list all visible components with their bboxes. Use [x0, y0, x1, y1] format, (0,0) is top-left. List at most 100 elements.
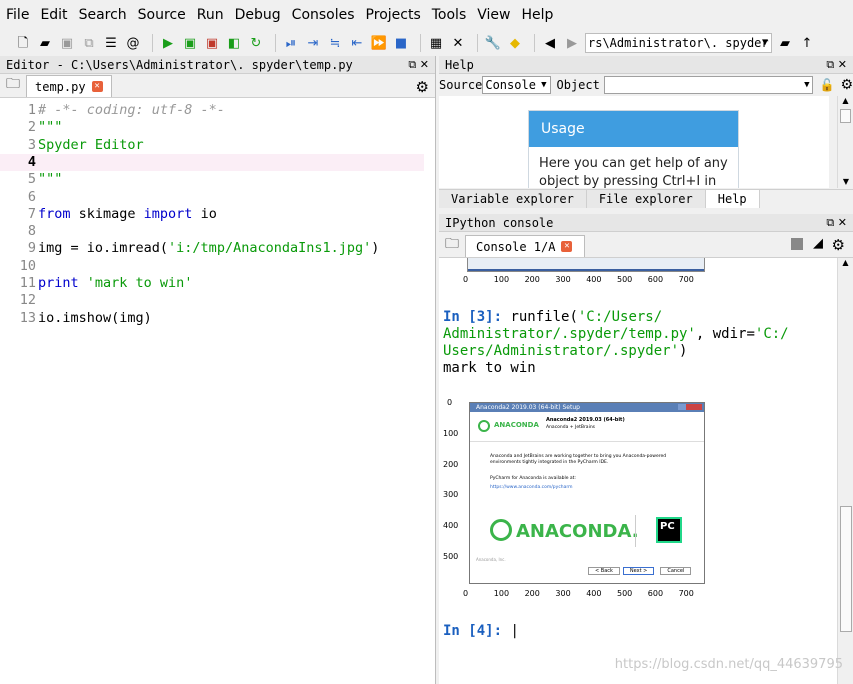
- gear-icon[interactable]: ⚙: [416, 78, 429, 96]
- tab-help[interactable]: Help: [705, 190, 760, 208]
- back-icon[interactable]: ◀: [541, 34, 559, 52]
- browse-tabs-icon[interactable]: ☰: [102, 34, 120, 52]
- code-line[interactable]: 1 # -*- coding: utf-8 -*-: [0, 102, 424, 119]
- code-token: Spyder Editor: [38, 136, 144, 153]
- cmd-string: 'C:/: [754, 326, 789, 342]
- code-line[interactable]: 3 Spyder Editor: [0, 137, 424, 154]
- run-selection-icon[interactable]: ◧: [225, 34, 243, 52]
- run-cell-icon[interactable]: ▣: [181, 34, 199, 52]
- code-line[interactable]: 11 print 'mark to win': [0, 275, 424, 292]
- code-line[interactable]: 2 """: [0, 119, 424, 136]
- python-icon[interactable]: ◆: [506, 34, 524, 52]
- code-line[interactable]: 4: [0, 153, 424, 171]
- menu-help[interactable]: Help: [521, 0, 553, 30]
- at-icon[interactable]: @: [124, 34, 142, 52]
- browse-icon[interactable]: ▰: [776, 34, 794, 52]
- tick-label: 200: [443, 459, 459, 469]
- code-line[interactable]: 8: [0, 223, 424, 240]
- maximize-pane-icon[interactable]: ▦: [427, 34, 445, 52]
- scroll-thumb[interactable]: [840, 506, 852, 632]
- scroll-thumb[interactable]: [840, 109, 851, 123]
- lock-icon[interactable]: 🔓: [819, 78, 834, 92]
- installer-header: ANACONDA Anaconda2 2019.03 (64-bit) Anac…: [470, 412, 704, 442]
- help-tab-bar: Variable explorer File explorer Help: [439, 189, 853, 208]
- line-number: 10: [19, 257, 36, 274]
- menu-edit[interactable]: Edit: [40, 0, 67, 30]
- tab-temp-py[interactable]: temp.py ✕: [26, 75, 112, 97]
- menu-search[interactable]: Search: [79, 0, 127, 30]
- menu-debug[interactable]: Debug: [235, 0, 281, 30]
- chevron-down-icon[interactable]: ▼: [762, 34, 768, 52]
- save-all-icon[interactable]: ⧉: [80, 34, 98, 52]
- tab-variable-explorer[interactable]: Variable explorer: [439, 190, 587, 208]
- spyder-window: File Edit Search Source Run Debug Consoles Proj…: [0, 0, 853, 684]
- tab-label: temp.py: [35, 79, 86, 94]
- tab-console-1a[interactable]: Console 1/A ✕: [465, 235, 586, 257]
- open-file-icon[interactable]: ▰: [36, 34, 54, 52]
- source-label: Source: [439, 78, 483, 92]
- installer-header-sub: Anaconda + JetBrains: [546, 425, 596, 430]
- wrench-icon[interactable]: 🔧: [484, 34, 502, 52]
- gear-icon[interactable]: ⚙: [832, 236, 845, 254]
- object-input[interactable]: ▼: [603, 76, 814, 94]
- code-line[interactable]: 7 from skimage import io: [0, 206, 424, 223]
- help-scrollbar[interactable]: ▲ ▼: [837, 96, 853, 188]
- tick-label: 0: [447, 398, 453, 407]
- close-tab-icon[interactable]: ✕: [91, 81, 103, 92]
- tick-label: 100: [493, 589, 510, 598]
- menu-consoles[interactable]: Consoles: [292, 0, 355, 30]
- pane-controls[interactable]: ⧉ ✕: [826, 56, 847, 74]
- tab-file-explorer[interactable]: File explorer: [586, 190, 706, 208]
- step-icon[interactable]: ⇥: [304, 34, 322, 52]
- re-run-icon[interactable]: ↻: [247, 34, 265, 52]
- scroll-up-icon[interactable]: ▲: [838, 96, 853, 105]
- pane-controls[interactable]: ⧉ ✕: [826, 214, 847, 232]
- run-icon[interactable]: ▶: [159, 34, 177, 52]
- code-line[interactable]: 9 img = io.imread('i:/tmp/AnacondaIns1.jp…: [0, 240, 424, 257]
- continue-icon[interactable]: ⏩: [370, 34, 388, 52]
- step-return-icon[interactable]: ⇤: [348, 34, 366, 52]
- line-number: 5: [27, 171, 36, 188]
- tick-label: 400: [586, 275, 602, 284]
- menu-projects[interactable]: Projects: [366, 0, 421, 30]
- code-editor[interactable]: 1 # -*- coding: utf-8 -*- 2 """ 3 Spyder Edit…: [0, 98, 435, 684]
- chevron-down-icon: ▼: [541, 80, 547, 90]
- gear-icon[interactable]: ⚙: [840, 77, 853, 93]
- code-line[interactable]: 12: [0, 292, 424, 309]
- new-file-icon[interactable]: 🗋: [14, 34, 32, 52]
- code-line[interactable]: 10: [0, 258, 424, 275]
- code-line[interactable]: 6: [0, 189, 424, 206]
- console-output[interactable]: 0 100 200 300 400 500 600 700 In [3]: runfile('…: [439, 258, 831, 684]
- pane-controls[interactable]: ⧉ ✕: [408, 56, 429, 74]
- close-tab-icon[interactable]: ✕: [561, 241, 573, 252]
- previous-figure-edge: [467, 258, 705, 272]
- run-cell-advance-icon[interactable]: ▣: [203, 34, 221, 52]
- code-line[interactable]: 5 """: [0, 171, 424, 188]
- menu-run[interactable]: Run: [197, 0, 224, 30]
- scroll-up-icon[interactable]: ▲: [838, 258, 853, 267]
- code-line[interactable]: 13 io.imshow(img): [0, 310, 424, 327]
- browse-tabs-icon[interactable]: 🗀: [439, 233, 465, 257]
- up-icon[interactable]: ↑: [798, 34, 816, 52]
- ipython-console-pane: IPython console ⧉ ✕ 🗀 Console 1/A ✕ ◢ ⚙ …: [439, 214, 853, 684]
- tick-label: 200: [524, 589, 540, 598]
- fullscreen-icon[interactable]: ✕: [449, 34, 467, 52]
- browse-tabs-icon[interactable]: 🗀: [0, 73, 26, 97]
- forward-icon[interactable]: ▶: [563, 34, 581, 52]
- source-select[interactable]: Console ▼: [482, 76, 551, 94]
- main-toolbar: 🗋 ▰ ▣ ⧉ ☰ @ ▶ ▣ ▣ ◧ ↻ ⏯ ⇥ ≒ ⇤ ⏩ ■ ▦ ✕ 🔧 …: [0, 30, 853, 56]
- stop-kernel-icon[interactable]: [791, 238, 803, 250]
- menu-tools[interactable]: Tools: [432, 0, 467, 30]
- eraser-icon[interactable]: ◢: [813, 236, 823, 251]
- stop-icon[interactable]: ■: [392, 34, 410, 52]
- working-directory-input[interactable]: rs\Administrator\. spyder ▼: [585, 33, 772, 53]
- save-icon[interactable]: ▣: [58, 34, 76, 52]
- menu-source[interactable]: Source: [138, 0, 186, 30]
- debug-icon[interactable]: ⏯: [282, 34, 300, 52]
- menu-file[interactable]: File: [6, 0, 29, 30]
- scroll-down-icon[interactable]: ▼: [838, 177, 853, 186]
- step-into-icon[interactable]: ≒: [326, 34, 344, 52]
- console-scrollbar[interactable]: ▲: [837, 258, 853, 684]
- menu-view[interactable]: View: [477, 0, 510, 30]
- code-token: 'i:/tmp/AnacondaIns1.jpg': [168, 240, 372, 257]
